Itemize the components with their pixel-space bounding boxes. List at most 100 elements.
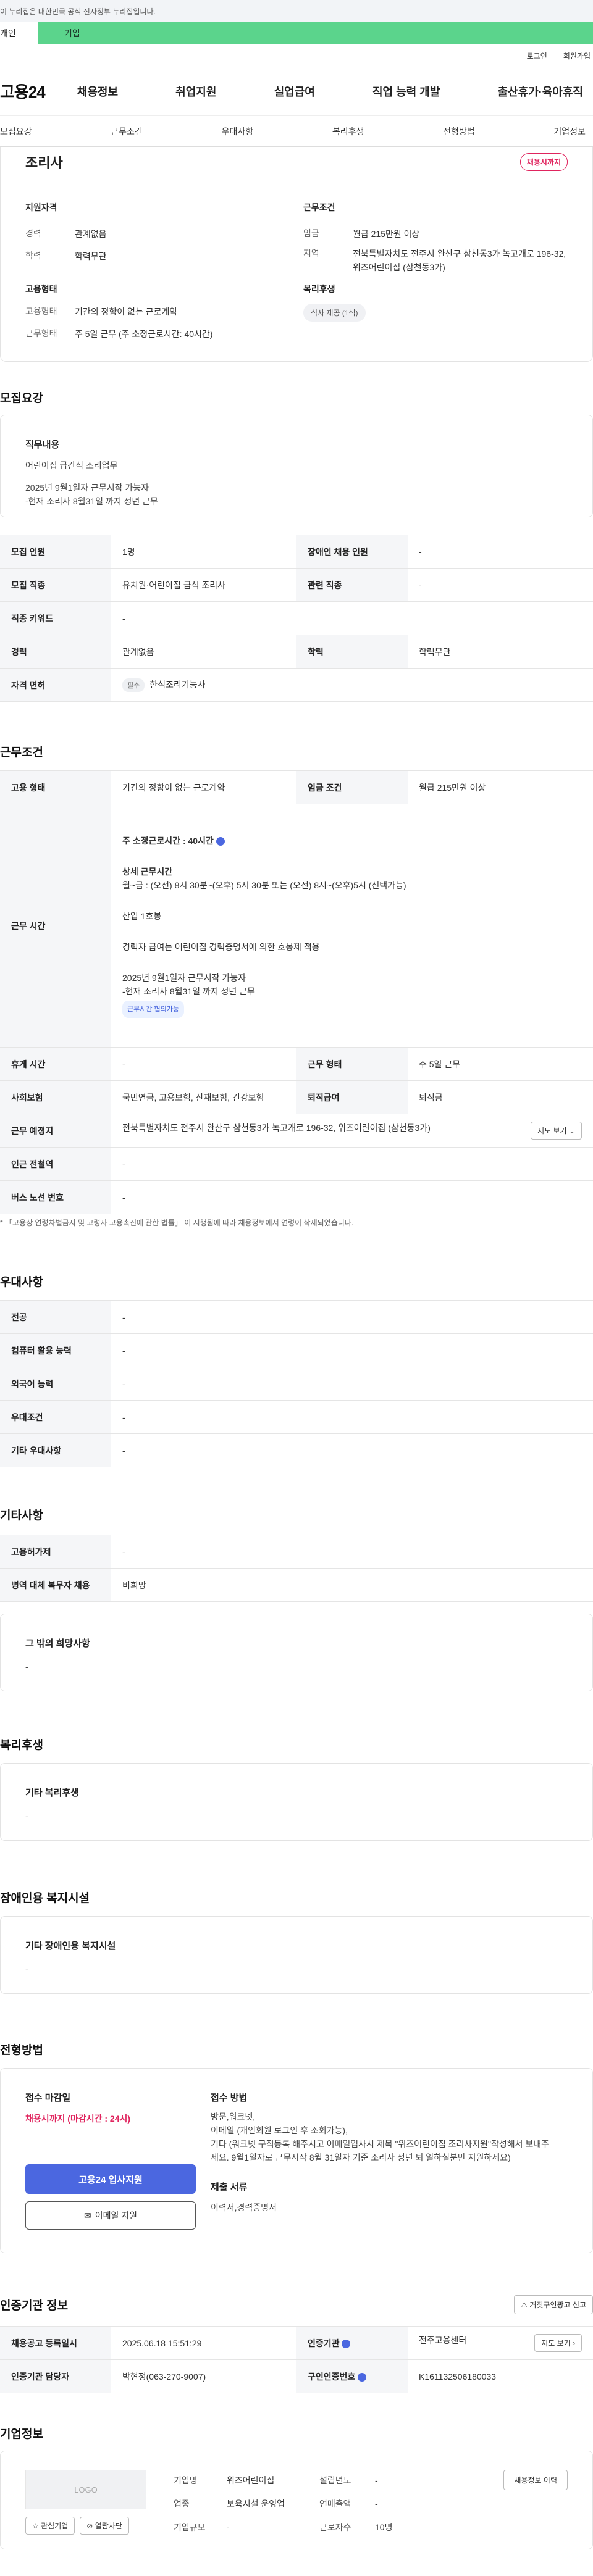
disabled-value: - <box>25 1964 28 1974</box>
table-row: 고용 형태 기간의 정함이 없는 근로계약 임금 조건 월급 215만원 이상 <box>0 770 593 804</box>
cell-label: 고용 형태 <box>0 770 111 804</box>
cell-value: - <box>111 1047 296 1081</box>
gnb-item-jobs[interactable]: 채용정보 <box>77 83 118 99</box>
welfare-heading: 복리후생 <box>303 284 335 294</box>
star-icon: ☆ <box>32 2522 39 2530</box>
job-desc-box: 직무내용 어린이집 급간식 조리업무 2025년 9월1일자 근무시작 가능자 … <box>0 415 593 517</box>
cell-label: 경력 <box>0 635 111 669</box>
tab-preferences[interactable]: 우대사항 <box>222 125 254 138</box>
company-name: 위즈어린이집 <box>227 2475 275 2485</box>
welfare-box: 기타 복리후생 - <box>0 1763 593 1841</box>
weekly-hours: 주 소정근로시간 : 40시간 <box>122 834 582 848</box>
size-value: - <box>227 2522 230 2532</box>
cell-value: - <box>111 1535 593 1569</box>
gnb-menu: 채용정보 취업지원 실업급여 직업 능력 개발 출산휴가·육아휴직 <box>77 83 593 99</box>
info-icon[interactable] <box>216 836 225 846</box>
qualification-block: 지원자격 경력 관계없음 학력 학력무관 <box>25 201 285 263</box>
cell-value: 퇴직금 <box>408 1080 593 1114</box>
gov-banner: 이 누리집은 대한민국 공식 전자정부 누리집입니다. <box>0 0 593 22</box>
apply-button[interactable]: 고용24 입사지원 <box>25 2164 196 2194</box>
cell-label: 퇴직급여 <box>296 1080 408 1114</box>
table-row: 우대조건 - <box>0 1400 593 1434</box>
wage-value: 월급 215만원 이상 <box>353 229 420 239</box>
cert-map-button[interactable]: 지도 보기 › <box>534 2334 582 2352</box>
cell-label: 컴퓨터 활용 능력 <box>0 1333 111 1367</box>
table-row: 컴퓨터 활용 능력 - <box>0 1333 593 1367</box>
gnb-item-support[interactable]: 취업지원 <box>175 83 216 99</box>
map-button[interactable]: 지도 보기 ⌄ <box>531 1122 582 1140</box>
report-button[interactable]: ⚠ 거짓구인광고 신고 <box>514 2295 593 2314</box>
cell-value: - <box>408 568 593 602</box>
tab-recruit[interactable]: 모집요강 <box>0 125 32 138</box>
table-row: 경력 관계없음 학력 학력무관 <box>0 635 593 669</box>
login-link[interactable]: 로그인 <box>527 51 547 61</box>
disabled-box: 기타 장애인용 복지시설 - <box>0 1916 593 1994</box>
pref-table: 전공 - 컴퓨터 활용 능력 - 외국어 능력 - 우대조건 - 기타 우대사항 - <box>0 1300 593 1467</box>
tab-conditions[interactable]: 근무조건 <box>111 125 143 138</box>
founded-value: - <box>375 2475 378 2485</box>
info-icon[interactable] <box>342 2339 351 2348</box>
cell-value: - <box>111 1400 593 1434</box>
cert-table: 채용공고 등록일시 2025.06.18 15:51:29 인증기관 전주고용센… <box>0 2326 593 2393</box>
other-wish-title: 그 밖의 희망사항 <box>25 1638 90 1649</box>
recruit-section-title: 모집요강 <box>0 392 43 405</box>
job-desc-title: 직무내용 <box>25 440 60 450</box>
edu-label: 학력 <box>25 251 41 261</box>
deadline-badge: 채용시까지 <box>519 153 568 171</box>
age-note: * 「고용상 연령차별금지 및 고령자 고용촉진에 관한 법률」 이 시행됨에 … <box>0 1219 354 1227</box>
tab-company[interactable]: 기업 <box>38 22 593 44</box>
company-logo: LOGO <box>25 2470 146 2509</box>
cell-value: 기간의 정함이 없는 근로계약 <box>111 770 296 804</box>
cell-label: 근무 시간 <box>0 804 111 1048</box>
warning-icon: ⚠ <box>521 2301 528 2309</box>
edu-value: 학력무관 <box>75 251 107 261</box>
cell-value: - <box>111 601 593 635</box>
welfare-pill: 식사 제공 (1식) <box>303 304 366 322</box>
tab-person[interactable]: 개인 <box>0 22 38 44</box>
company-info: 기업명 위즈어린이집 설립년도 - 업종 보육시설 운영업 연매출액 - 기업규… <box>174 2469 421 2539</box>
block-button[interactable]: ⊘ 열람차단 <box>80 2517 129 2535</box>
cell-label: 병역 대체 복무자 채용 <box>0 1568 111 1602</box>
cell-label: 우대조건 <box>0 1400 111 1434</box>
table-row: 버스 노선 번호 - <box>0 1180 593 1214</box>
founded-label: 설립년도 <box>319 2475 351 2485</box>
tab-welfare[interactable]: 복리후생 <box>332 125 364 138</box>
site-logo[interactable]: 고용24 <box>0 80 46 102</box>
docs-title: 제출 서류 <box>211 2182 248 2193</box>
detail-hours-title: 상세 근무시간 <box>122 866 173 877</box>
info-icon[interactable] <box>358 2372 367 2382</box>
emp-heading: 고용형태 <box>25 284 57 294</box>
email-apply-button[interactable]: ✉ 이메일 지원 <box>25 2201 196 2230</box>
other-wish-box: 그 밖의 희망사항 - <box>0 1614 593 1691</box>
cell-label: 사회보험 <box>0 1080 111 1114</box>
job-history-button[interactable]: 채용정보 이력 <box>503 2470 568 2490</box>
gnb-item-benefit[interactable]: 실업급여 <box>274 83 315 99</box>
interest-button[interactable]: ☆ 관심기업 <box>25 2517 75 2535</box>
chevron-right-icon: › <box>573 2339 575 2348</box>
method-line: 기타 (워크넷 구직등록 해주시고 이메일입사시 제목 "위즈어린이집 조리사지… <box>211 2139 550 2149</box>
sales-value: - <box>375 2499 378 2509</box>
area-label: 지역 <box>303 248 319 258</box>
gnb-item-training[interactable]: 직업 능력 개발 <box>372 83 440 99</box>
cell-value: - <box>408 535 593 569</box>
cell-label: 버스 노선 번호 <box>0 1180 111 1214</box>
table-row: 채용공고 등록일시 2025.06.18 15:51:29 인증기관 전주고용센… <box>0 2326 593 2360</box>
screening-box: 접수 마감일 채용시까지 (마감시간 : 24시) 고용24 입사지원 ✉ 이메일… <box>0 2068 593 2253</box>
tab-company[interactable]: 기업정보 <box>553 125 586 138</box>
cell-value: - <box>111 1180 593 1214</box>
cell-label: 학력 <box>296 635 408 669</box>
table-row: 근무 시간 주 소정근로시간 : 40시간 상세 근무시간 월~금 : (오전)… <box>0 804 593 1048</box>
gnb-item-leave[interactable]: 출산휴가·육아휴직 <box>498 83 583 99</box>
method-body: 방문,워크넷, 이메일 (개인회원 로그인 후 조회가능), 기타 (워크넷 구… <box>211 2110 575 2164</box>
block-icon: ⊘ <box>86 2522 93 2530</box>
company-logo-area: LOGO ☆ 관심기업 ⊘ 열람차단 <box>25 2470 146 2535</box>
tab-screening[interactable]: 전형방법 <box>443 125 475 138</box>
table-row: 직종 키워드 - <box>0 601 593 635</box>
cell-label: 직종 키워드 <box>0 601 111 635</box>
util-bar: 로그인 회원가입 <box>0 44 593 67</box>
cell-label: 장애인 채용 인원 <box>296 535 408 569</box>
staff-value: 10명 <box>375 2522 393 2532</box>
signup-link[interactable]: 회원가입 <box>563 51 591 61</box>
table-row: 모집 인원 1명 장애인 채용 인원 - <box>0 535 593 569</box>
welfare-summary-block: 복리후생 식사 제공 (1식) <box>303 283 569 322</box>
